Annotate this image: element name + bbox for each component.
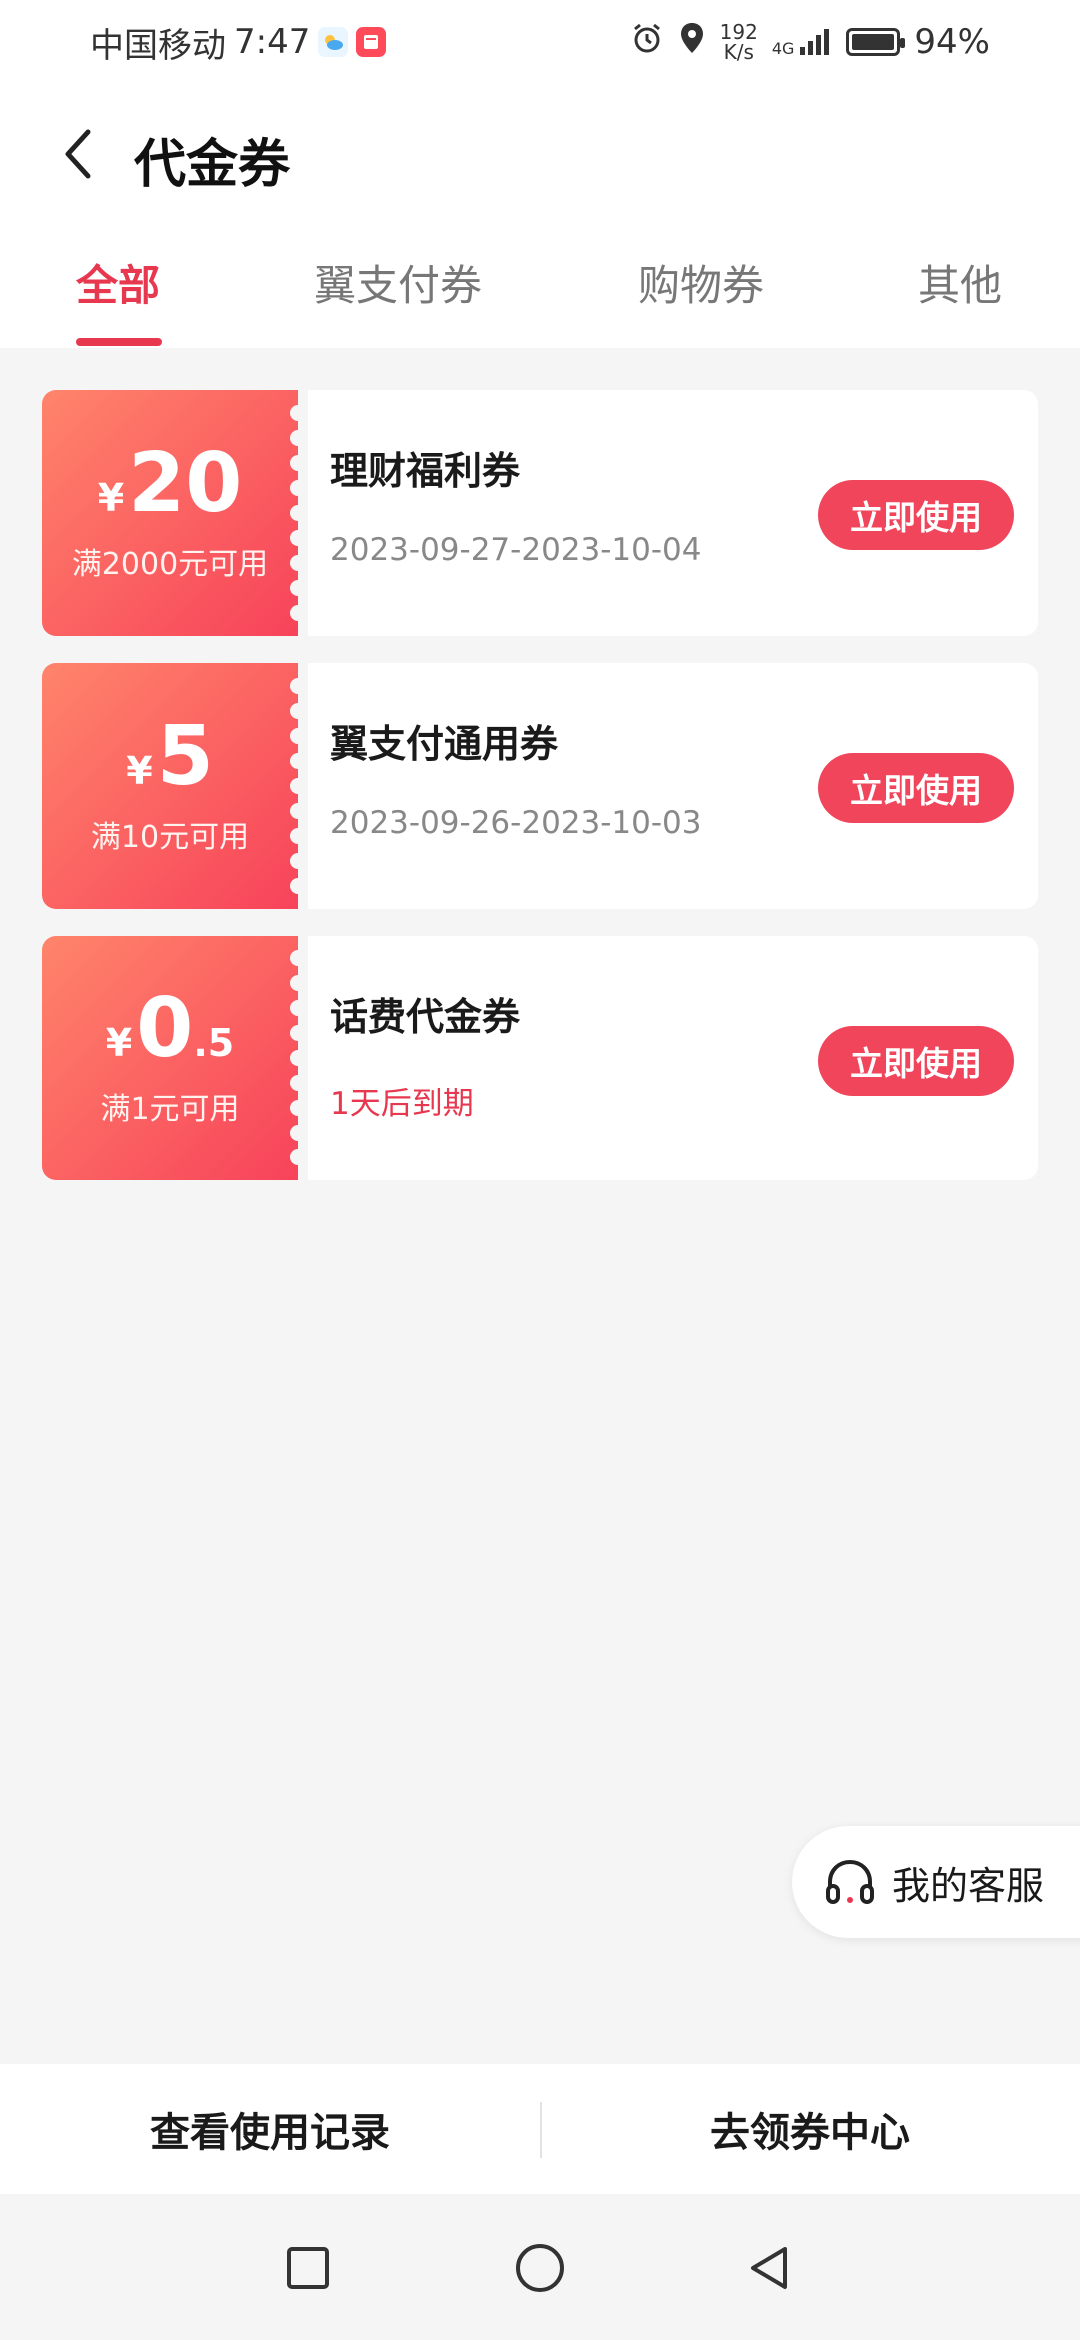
alarm-icon [630,21,664,64]
network-type: 4G [771,39,795,58]
coupon-condition: 满10元可用 [90,820,250,855]
tab-all[interactable]: 全部 [76,252,160,313]
coupon-serration [290,936,306,1180]
tab-bar: 全部 翼支付券 购物券 其他 [0,220,1080,348]
battery-level: 94% [914,22,990,62]
amount-value: 5 [156,709,214,804]
customer-service-label: 我的客服 [892,1863,1045,1908]
coupon-card: ¥ 20 满2000元可用 理财福利券 2023-09-27-2023-10-0… [42,390,1038,636]
location-icon [678,21,706,64]
battery-icon [846,28,906,56]
page-title: 代金券 [134,135,291,195]
bottom-action-bar: 查看使用记录 去领券中心 [0,2064,1080,2194]
status-bar: 中国移动 7:47 192 K/s 4G 94% [0,0,1080,84]
coupon-name: 理财福利券 [330,449,521,493]
coupon-serration [290,663,306,909]
net-speed: 192 K/s [720,22,758,62]
headset-icon [826,1859,874,1904]
coupon-condition: 满1元可用 [100,1092,240,1127]
coupon-amount: ¥ 0 .5 [106,988,234,1070]
currency-symbol: ¥ [97,476,125,520]
net-speed-unit: K/s [723,40,754,64]
customer-service-button[interactable]: 我的客服 [792,1826,1080,1938]
tab-shopping-coupons[interactable]: 购物券 [638,252,764,313]
amount-value: 0 [136,981,194,1076]
coupon-value-panel: ¥ 0 .5 满1元可用 [42,936,306,1180]
chevron-left-icon [65,129,91,179]
coupon-serration [290,390,306,636]
tab-bestpay-coupons[interactable]: 翼支付券 [314,252,482,313]
signal-icon: 4G [772,27,833,57]
coupon-name: 话费代金券 [330,995,521,1039]
bottom-divider [540,2102,542,2158]
coupon-validity: 2023-09-27-2023-10-04 [330,532,702,568]
status-left: 中国移动 7:47 [90,18,387,67]
currency-symbol: ¥ [126,749,153,793]
coupon-info-panel: 翼支付通用券 2023-09-26-2023-10-03 立即使用 [308,663,1038,909]
coupon-value-panel: ¥ 20 满2000元可用 [42,390,306,636]
currency-symbol: ¥ [105,1021,133,1065]
coupon-name: 翼支付通用券 [330,722,559,766]
back-nav-button[interactable] [740,2238,800,2298]
coupon-amount: ¥ 20 [98,443,243,525]
header: 代金券 [0,84,1080,220]
amount-value: 20 [128,436,243,531]
coupon-info-panel: 话费代金券 1天后到期 立即使用 [308,936,1038,1180]
coupon-card: ¥ 5 满10元可用 翼支付通用券 2023-09-26-2023-10-03 … [42,663,1038,909]
system-nav-bar [0,2194,1080,2340]
tab-other[interactable]: 其他 [918,252,1002,313]
carrier-name: 中国移动 [90,25,226,66]
coupon-validity: 2023-09-26-2023-10-03 [330,805,702,841]
view-usage-history-button[interactable]: 查看使用记录 [0,2100,540,2158]
circle-icon [516,2244,564,2292]
net-speed-value: 192 [719,20,758,44]
coupon-value-panel: ¥ 5 满10元可用 [42,663,306,909]
coupon-condition: 满2000元可用 [71,547,269,582]
coupon-info-panel: 理财福利券 2023-09-27-2023-10-04 立即使用 [308,390,1038,636]
use-now-button[interactable]: 立即使用 [818,480,1014,550]
recent-apps-button[interactable] [278,2238,338,2298]
back-button[interactable] [38,114,118,194]
status-right: 192 K/s 4G 94% [630,21,990,64]
weather-icon [318,27,349,57]
clock: 7:47 [234,22,311,62]
news-app-icon [356,27,387,57]
square-icon [287,2247,329,2289]
go-coupon-center-button[interactable]: 去领券中心 [540,2100,1080,2158]
home-button[interactable] [510,2238,570,2298]
use-now-button[interactable]: 立即使用 [818,753,1014,823]
amount-decimal: .5 [193,1021,235,1065]
coupon-card: ¥ 0 .5 满1元可用 话费代金券 1天后到期 立即使用 [42,936,1038,1180]
coupon-amount: ¥ 5 [126,716,214,798]
tab-active-indicator [76,338,162,346]
use-now-button[interactable]: 立即使用 [818,1026,1014,1096]
coupon-expiry-notice: 1天后到期 [330,1086,474,1122]
triangle-back-icon [751,2247,787,2289]
